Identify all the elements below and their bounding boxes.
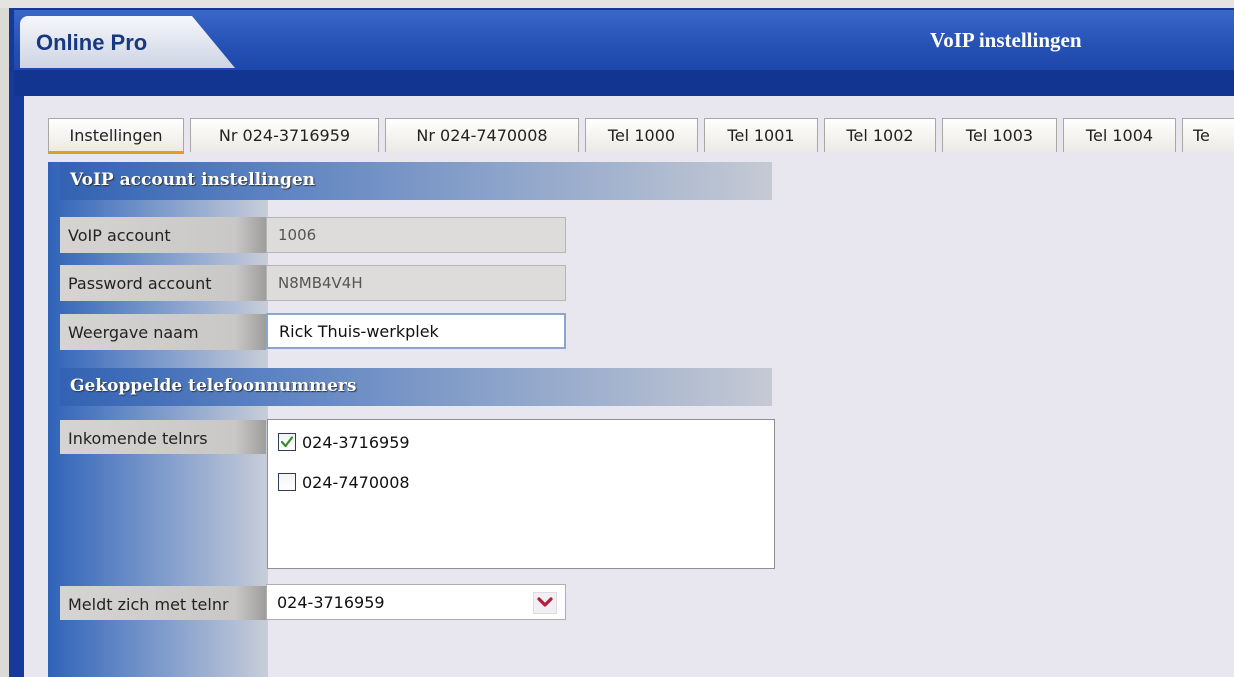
app-name: Online Pro [36,30,148,55]
tab-tel-1000[interactable]: Tel 1000 [585,118,698,152]
tab-nr-024-3716959[interactable]: Nr 024-3716959 [190,118,379,152]
section-title: VoIP account instellingen [70,170,316,190]
tab-instellingen[interactable]: Instellingen [48,118,184,154]
tab-tel-1001[interactable]: Tel 1001 [704,118,818,152]
window-title: VoIP instellingen [930,28,1082,52]
section-title: Gekoppelde telefoonnummers [70,376,357,396]
tab-te-partial[interactable]: Te [1182,118,1234,152]
incoming-label: Inkomende telnrs [68,429,208,448]
header-lower-band [14,70,1234,96]
voip-account-label-cell: VoIP account [60,217,266,253]
voip-account-label: VoIP account [68,226,171,245]
password-label-cell: Password account [60,265,266,301]
list-item[interactable]: 024-3716959 [278,429,410,455]
section-header-voip-account: VoIP account instellingen [60,162,772,200]
voip-account-field: 1006 [266,217,566,253]
outgoing-label-cell: Meldt zich met telnr [60,586,266,620]
password-field: N8MB4V4H [266,265,566,301]
tab-tel-1002[interactable]: Tel 1002 [824,118,936,152]
incoming-label-cell: Inkomende telnrs [60,420,266,454]
display-name-label: Weergave naam [68,323,199,342]
display-name-input[interactable]: Rick Thuis-werkplek [266,313,566,349]
display-name-label-cell: Weergave naam [60,314,266,350]
incoming-numbers-list: 024-3716959 024-7470008 [267,419,775,569]
chevron-down-icon [537,597,553,607]
tab-nr-024-7470008[interactable]: Nr 024-7470008 [385,118,579,152]
tab-tel-1004[interactable]: Tel 1004 [1063,118,1176,152]
list-item[interactable]: 024-7470008 [278,469,410,495]
checkbox-checked[interactable] [278,433,296,451]
left-edge [0,8,9,677]
list-item-label: 024-7470008 [302,472,410,492]
dropdown-button[interactable] [533,592,557,614]
outgoing-number-select[interactable]: 024-3716959 [266,584,566,620]
tab-bar: Instellingen Nr 024-3716959 Nr 024-74700… [48,118,1234,154]
top-strip [0,0,1234,8]
outgoing-label: Meldt zich met telnr [68,595,229,614]
check-icon [280,436,294,448]
checkbox-unchecked[interactable] [278,473,296,491]
section-header-linked-numbers: Gekoppelde telefoonnummers [60,368,772,406]
password-label: Password account [68,274,212,293]
select-value: 024-3716959 [277,593,385,612]
tab-tel-1003[interactable]: Tel 1003 [942,118,1057,152]
list-item-label: 024-3716959 [302,432,410,452]
